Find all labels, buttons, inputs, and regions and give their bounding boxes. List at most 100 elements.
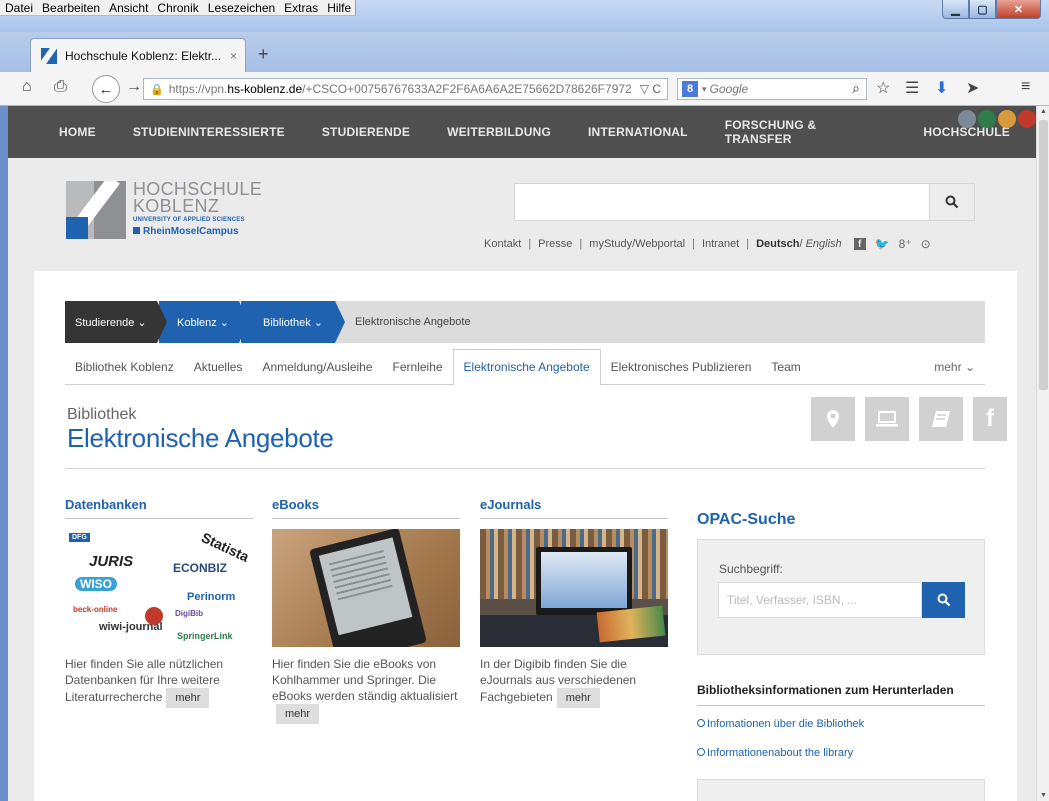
googleplus-icon[interactable]: 8⁺	[899, 237, 912, 251]
teaser-description: In der Digibib finden Sie die eJournals …	[480, 656, 668, 708]
opac-search-button[interactable]	[922, 582, 965, 618]
download-link-en[interactable]: Informationenabout the library	[697, 747, 853, 759]
title-divider	[65, 468, 985, 469]
search-icon[interactable]: ⌕	[852, 80, 860, 97]
collage-perinorm: Perinorm	[187, 591, 236, 603]
extension-home-icon[interactable]	[998, 110, 1016, 128]
breadcrumb-bibliothek[interactable]: Bibliothek ⌄	[239, 301, 345, 343]
opac-search-input[interactable]: Titel, Verfasser, ISBN, ...	[718, 582, 922, 618]
link-intranet[interactable]: Intranet	[702, 238, 739, 250]
social-icons: f 🐦 8⁺ ⊙	[853, 237, 931, 251]
send-icon[interactable]: ➤	[966, 78, 979, 98]
link-presse[interactable]: Presse	[538, 238, 572, 250]
site-search-input[interactable]	[514, 183, 975, 221]
tab-anmeldung-ausleihe[interactable]: Anmeldung/Ausleihe	[252, 349, 382, 385]
url-prefix: https://vpn.	[168, 82, 228, 96]
search-engine-icon[interactable]: 8	[682, 81, 698, 97]
circle-icon	[697, 719, 705, 727]
download-icon[interactable]: ⬇	[935, 78, 948, 98]
nav-home[interactable]: HOME	[48, 125, 122, 139]
tab-close-icon[interactable]: ×	[230, 49, 237, 63]
more-button[interactable]: mehr	[276, 704, 320, 724]
extension-icons	[958, 110, 1036, 128]
tab-elektronisches-publizieren[interactable]: Elektronisches Publizieren	[601, 349, 762, 385]
location-pin-icon[interactable]	[811, 397, 855, 441]
university-logo[interactable]: HOCHSCHULE KOBLENZ UNIVERSITY OF APPLIED…	[66, 180, 266, 241]
menu-hilfe[interactable]: Hilfe	[322, 0, 355, 15]
book-icon[interactable]	[919, 397, 963, 441]
forward-icon[interactable]: →	[126, 78, 142, 96]
reload-icon[interactable]: ▽ C	[640, 82, 661, 96]
language-english[interactable]: English	[806, 238, 842, 250]
tab-title: Hochschule Koblenz: Elektr...	[65, 48, 222, 63]
language-deutsch[interactable]: Deutsch	[756, 238, 799, 250]
minimize-button[interactable]: ▁	[942, 0, 969, 19]
scroll-down-icon[interactable]: ▼	[1040, 792, 1047, 799]
extension-arrows-icon[interactable]	[958, 110, 976, 128]
bookmark-star-icon[interactable]: ☆	[876, 78, 890, 98]
menu-bearbeiten[interactable]: Bearbeiten	[37, 0, 104, 15]
menu-chronik[interactable]: Chronik	[152, 0, 202, 15]
hamburger-menu-icon[interactable]: ≡	[1021, 78, 1030, 96]
teaser-heading[interactable]: eBooks	[272, 497, 460, 519]
web-search-box[interactable]: 8 ▾ Google ⌕	[677, 78, 867, 100]
search-engine-dropdown-icon[interactable]: ▾	[702, 84, 707, 95]
tab-team[interactable]: Team	[761, 349, 810, 385]
maximize-button[interactable]: ▢	[969, 0, 996, 19]
tab-fernleihe[interactable]: Fernleihe	[383, 349, 453, 385]
link-kontakt[interactable]: Kontakt	[484, 238, 521, 250]
teaser-datenbanken: Datenbanken DFG Statista JURIS ECONBIZ W…	[65, 497, 253, 708]
nav-international[interactable]: INTERNATIONAL	[577, 125, 714, 139]
home-icon[interactable]: ⌂	[22, 78, 32, 96]
bookmarks-list-icon[interactable]: ☰	[905, 78, 919, 98]
extension-power-icon[interactable]	[1018, 110, 1036, 128]
back-arrow-icon: ←	[98, 80, 114, 98]
favicon-icon	[41, 47, 57, 64]
scroll-up-icon[interactable]: ▲	[1040, 108, 1047, 115]
nav-forschung-transfer[interactable]: FORSCHUNG & TRANSFER	[714, 118, 913, 146]
youtube-icon[interactable]: ⊙	[921, 237, 931, 251]
databases-collage-image[interactable]: DFG Statista JURIS ECONBIZ WISO Perinorm…	[65, 529, 253, 647]
close-window-button[interactable]: ✕	[996, 0, 1041, 19]
library-workstation-image[interactable]	[480, 529, 668, 647]
browser-tab-active[interactable]: Hochschule Koblenz: Elektr... ×	[30, 38, 246, 72]
teaser-heading[interactable]: eJournals	[480, 497, 668, 519]
download-link-de[interactable]: Infomationen über die Bibliothek	[697, 718, 864, 730]
url-bar[interactable]: 🔒 https://vpn. hs-koblenz.de/+CSCO+007567…	[143, 78, 668, 100]
menu-lesezeichen[interactable]: Lesezeichen	[203, 0, 279, 15]
tab-bibliothek-koblenz[interactable]: Bibliothek Koblenz	[65, 349, 184, 385]
more-button[interactable]: mehr	[166, 688, 210, 708]
browser-toolbar: ⌂ ⎙ ← → 🔒 https://vpn. hs-koblenz.de/+CSC…	[0, 72, 1049, 106]
menu-datei[interactable]: Datei	[0, 0, 37, 15]
nav-studierende[interactable]: STUDIERENDE	[311, 125, 436, 139]
breadcrumb-current: Elektronische Angebote	[355, 316, 471, 328]
twitter-icon[interactable]: 🐦	[875, 237, 890, 251]
menu-ansicht[interactable]: Ansicht	[104, 0, 152, 15]
scrollbar-thumb[interactable]	[1039, 120, 1048, 390]
nav-weiterbildung[interactable]: WEITERBILDUNG	[436, 125, 577, 139]
facebook-icon[interactable]: f	[973, 397, 1007, 441]
vertical-scrollbar[interactable]: ▲ ▼	[1036, 106, 1049, 801]
link-mystudy[interactable]: myStudy/Webportal	[589, 238, 685, 250]
extension-globe-icon[interactable]	[978, 110, 996, 128]
facebook-icon[interactable]: f	[853, 238, 866, 250]
site-search-button[interactable]	[929, 183, 975, 221]
tab-aktuelles[interactable]: Aktuelles	[184, 349, 253, 385]
back-button[interactable]: ←	[92, 75, 120, 103]
download-link-de-text: Infomationen über die Bibliothek	[707, 718, 865, 730]
section-tabs: Bibliothek Koblenz Aktuelles Anmeldung/A…	[65, 348, 985, 386]
new-tab-button[interactable]: +	[258, 44, 269, 65]
tab-elektronische-angebote[interactable]: Elektronische Angebote	[452, 348, 601, 386]
breadcrumb-studierende[interactable]: Studierende ⌄	[65, 301, 167, 343]
tabs-more-dropdown[interactable]: mehr ⌄	[934, 360, 985, 374]
menu-extras[interactable]: Extras	[279, 0, 322, 15]
ebook-reader-image[interactable]	[272, 529, 460, 647]
laptop-icon[interactable]	[865, 397, 909, 441]
page-title: Elektronische Angebote	[67, 423, 334, 453]
nav-studieninteressierte[interactable]: STUDIENINTERESSIERTE	[122, 125, 311, 139]
print-icon[interactable]: ⎙	[54, 78, 67, 96]
breadcrumb-koblenz[interactable]: Koblenz ⌄	[157, 301, 249, 343]
circle-icon	[697, 748, 705, 756]
more-button[interactable]: mehr	[556, 688, 600, 708]
teaser-heading[interactable]: Datenbanken	[65, 497, 253, 519]
